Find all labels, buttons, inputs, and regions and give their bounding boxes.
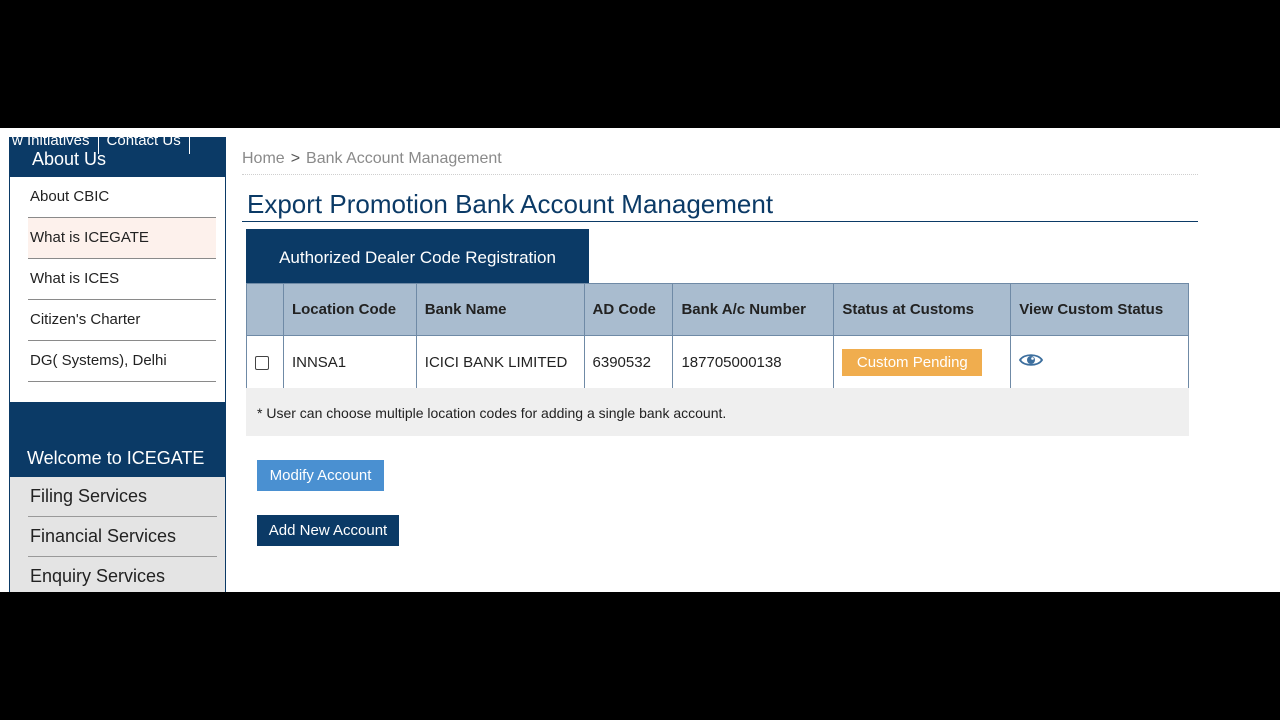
sidebar-item-about-cbic[interactable]: About CBIC	[28, 177, 216, 218]
tab-authorized-dealer-code-registration[interactable]: Authorized Dealer Code Registration	[246, 229, 589, 284]
sidebar-item-citizens-charter[interactable]: Citizen's Charter	[28, 300, 216, 341]
breadcrumb-separator: >	[290, 150, 301, 167]
breadcrumb: Home > Bank Account Management	[242, 150, 1198, 175]
select-cell	[246, 335, 284, 389]
browser-viewport: w Initiatives Contact Us About Us About C…	[0, 128, 1280, 592]
sidebar-item-enquiry-services[interactable]: Enquiry Services	[28, 557, 217, 592]
top-link-divider	[188, 137, 190, 154]
breadcrumb-home[interactable]: Home	[242, 150, 285, 167]
sidebar-item-what-is-icegate[interactable]: What is ICEGATE	[28, 218, 216, 259]
bank-name-cell: ICICI BANK LIMITED	[415, 335, 585, 389]
about-us-title: About Us	[32, 149, 107, 169]
modify-account-button[interactable]: Modify Account	[257, 460, 384, 491]
select-column-header	[246, 283, 284, 336]
column-header-ad-code: AD Code	[583, 283, 674, 336]
status-cell: Custom Pending	[833, 335, 1012, 389]
welcome-title: Welcome to ICEGATE	[27, 448, 205, 468]
top-link-contact-us[interactable]: Contact Us	[99, 137, 189, 149]
add-new-account-button[interactable]: Add New Account	[257, 515, 399, 546]
sidebar-item-dg-systems-delhi[interactable]: DG( Systems), Delhi	[28, 341, 216, 382]
services-menu: Filing Services Financial Services Enqui…	[10, 477, 225, 592]
about-us-header: w Initiatives Contact Us About Us	[10, 137, 225, 177]
column-header-bank-name: Bank Name	[415, 283, 585, 336]
bank-account-table: Location Code Bank Name AD Code Bank A/c…	[246, 283, 1189, 389]
location-code-cell: INNSA1	[282, 335, 417, 389]
about-us-menu: About CBIC What is ICEGATE What is ICES …	[28, 177, 216, 382]
left-sidebar: w Initiatives Contact Us About Us About C…	[9, 137, 226, 592]
status-badge: Custom Pending	[842, 348, 983, 376]
eye-icon[interactable]	[1019, 352, 1044, 372]
breadcrumb-current: Bank Account Management	[306, 150, 502, 167]
multiple-location-note: * User can choose multiple location code…	[246, 388, 1189, 436]
sidebar-item-what-is-ices[interactable]: What is ICES	[28, 259, 216, 300]
account-number-cell: 187705000138	[672, 335, 835, 389]
ad-code-cell: 6390532	[583, 335, 674, 389]
column-header-location-code: Location Code	[282, 283, 417, 336]
sidebar-item-financial-services[interactable]: Financial Services	[28, 517, 217, 557]
row-checkbox[interactable]	[255, 355, 269, 370]
welcome-panel: Welcome to ICEGATE	[10, 402, 225, 477]
sidebar-item-filing-services[interactable]: Filing Services	[28, 477, 217, 517]
view-status-cell	[1010, 335, 1189, 389]
column-header-account-number: Bank A/c Number	[672, 283, 835, 336]
page-title: Export Promotion Bank Account Management	[242, 186, 1198, 222]
table-row: INNSA1 ICICI BANK LIMITED 6390532 187705…	[246, 335, 1189, 389]
column-header-status-at-customs: Status at Customs	[833, 283, 1012, 336]
column-header-view-custom-status: View Custom Status	[1010, 283, 1189, 336]
top-link-initiatives[interactable]: w Initiatives	[10, 137, 98, 149]
table-header-row: Location Code Bank Name AD Code Bank A/c…	[246, 283, 1189, 336]
